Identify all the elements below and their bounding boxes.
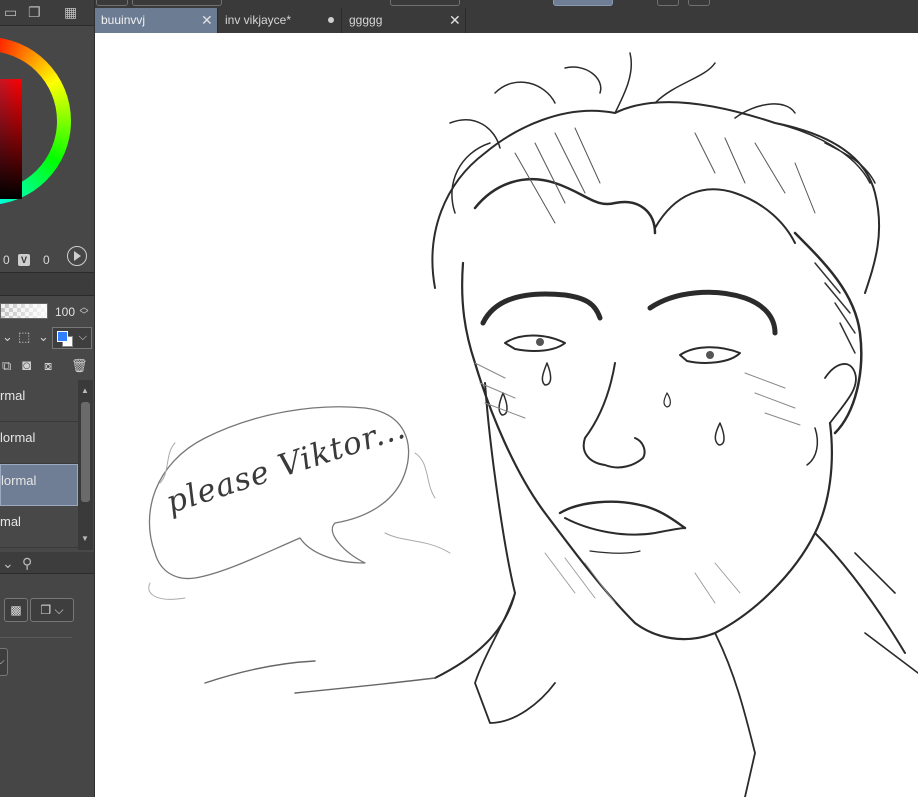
document-tab-bar: buuinvvj ✕ inv vikjayce* ggggg ✕	[95, 8, 918, 33]
layer-panel-header	[0, 272, 94, 296]
play-icon[interactable]	[67, 246, 87, 266]
scroll-thumb[interactable]	[81, 402, 90, 502]
layer-list: rmal lormal lormal mal	[0, 380, 78, 550]
color-value-1: 0	[3, 253, 10, 267]
v-badge: V	[18, 254, 30, 266]
layer-mask-icon[interactable]: ◙	[22, 358, 31, 374]
opacity-value[interactable]: 100	[55, 305, 75, 319]
chevron-down-icon: ⌵	[78, 331, 87, 343]
divider	[0, 637, 72, 638]
layer-row-selected[interactable]: lormal	[0, 464, 78, 506]
chevron-down-icon[interactable]: ⌄	[38, 329, 49, 345]
chevron-down-icon[interactable]: ⌄	[2, 329, 13, 345]
layers-icon[interactable]: ❐	[28, 4, 41, 20]
reference-layer-icon[interactable]: ⬚	[18, 329, 30, 345]
hair-sketch	[431, 52, 881, 435]
toolbar-button[interactable]	[688, 0, 710, 6]
layer-row[interactable]: mal	[0, 506, 78, 548]
tab-ggggg[interactable]: ggggg ✕	[343, 8, 466, 33]
toolbar-button[interactable]	[657, 0, 679, 6]
drawing-canvas[interactable]: please Viktor...	[95, 33, 918, 797]
toolbar-button[interactable]	[132, 0, 222, 6]
toolbar-button[interactable]	[96, 0, 128, 6]
camera-icon[interactable]: ⧇	[44, 358, 52, 374]
close-icon[interactable]: ✕	[201, 8, 213, 33]
sub-panel-tabs: ⌄ ⚲	[0, 552, 94, 574]
palette-tabs: ▭ ❐ ▦	[0, 0, 94, 26]
tab-label: inv vikjayce*	[225, 13, 292, 27]
tab-label: ggggg	[349, 13, 383, 27]
tab-label: buuinvvj	[101, 13, 146, 27]
top-toolbar	[0, 0, 918, 8]
layer-blend-mode: rmal	[0, 388, 26, 403]
color-value-v: 0	[43, 253, 50, 267]
close-icon[interactable]: ✕	[449, 8, 461, 33]
copy-icon[interactable]: ❐ ⌵	[30, 598, 74, 622]
palette-tab-icon[interactable]: ▭	[4, 4, 17, 20]
opacity-slider[interactable]	[0, 303, 48, 319]
delete-icon[interactable]: 🗑	[71, 358, 88, 374]
tab-icon[interactable]: ⌄	[2, 555, 14, 571]
new-layer-icon[interactable]: ⧉	[2, 358, 11, 374]
checker-icon[interactable]: ▩	[4, 598, 28, 622]
search-icon[interactable]: ⚲	[22, 555, 32, 571]
unsaved-dot-icon	[328, 17, 334, 23]
sketch-drawing	[148, 52, 918, 797]
clip-studio-window: ▭ ❐ ▦ 0 V 0 100 ︿ ﹀ ⌄ ⬚ ⌄ ⌵ ⧉ ◙ ⧇ 🗑 rmal…	[0, 0, 918, 797]
layer-blend-mode: lormal	[0, 430, 36, 445]
layer-blend-mode: lormal	[1, 473, 37, 488]
dropdown-button[interactable]: ⌵	[0, 648, 8, 676]
tab-buuinvvj[interactable]: buuinvvj ✕	[95, 8, 218, 33]
main-color-swatch	[57, 331, 68, 342]
toolbar-button[interactable]	[390, 0, 460, 6]
opacity-spinner[interactable]: ︿ ﹀	[78, 303, 90, 320]
color-swatch-dropdown[interactable]: ⌵	[52, 327, 92, 349]
toolbar-button-selected[interactable]	[553, 0, 613, 6]
color-wheel-panel	[0, 26, 94, 272]
saturation-value-square[interactable]	[0, 79, 22, 199]
layer-scrollbar[interactable]: ▲ ▼	[78, 380, 93, 550]
tab-inv-vikjayce[interactable]: inv vikjayce*	[219, 8, 342, 33]
left-panel: ▭ ❐ ▦ 0 V 0 100 ︿ ﹀ ⌄ ⬚ ⌄ ⌵ ⧉ ◙ ⧇ 🗑 rmal…	[0, 0, 94, 797]
layer-row[interactable]: rmal	[0, 380, 78, 422]
scroll-down-icon[interactable]: ▼	[81, 534, 89, 543]
film-icon[interactable]: ▦	[64, 4, 77, 20]
face-sketch	[204, 261, 918, 797]
scroll-up-icon[interactable]: ▲	[81, 386, 89, 395]
layer-blend-mode: mal	[0, 514, 21, 529]
layer-row[interactable]: lormal	[0, 422, 78, 464]
